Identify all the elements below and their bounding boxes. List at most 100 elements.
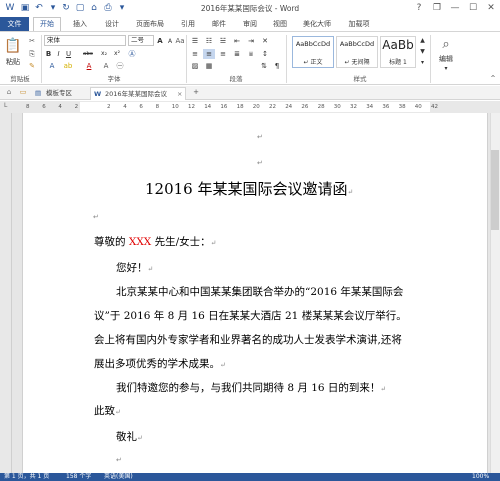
- styles-more-icon[interactable]: ▾: [418, 58, 427, 68]
- body-line[interactable]: 会上将有国内外专家学者和业界著名的成功人士发表学术演讲,还将: [94, 332, 402, 347]
- tab-references[interactable]: 引用: [174, 17, 202, 31]
- home-icon[interactable]: ⌂: [3, 87, 15, 97]
- tab-view[interactable]: 视图: [266, 17, 294, 31]
- paste-button-label[interactable]: 粘贴: [2, 57, 24, 67]
- grow-font-icon[interactable]: A: [155, 36, 165, 46]
- ruler-tick-label: 24: [285, 104, 293, 110]
- open-icon[interactable]: ⌂: [88, 2, 100, 14]
- closing-line[interactable]: 此致↵: [94, 403, 121, 418]
- increase-indent-icon[interactable]: ⇥: [245, 36, 257, 46]
- ribbon-display-button[interactable]: ❐: [428, 0, 446, 17]
- editing-button[interactable]: 编辑: [433, 54, 459, 64]
- redo-icon[interactable]: ↻: [60, 2, 72, 14]
- underline-button[interactable]: U: [64, 49, 73, 59]
- clear-format-icon[interactable]: Ⓐ: [126, 49, 138, 59]
- format-painter-icon[interactable]: ✎: [26, 61, 38, 71]
- horizontal-ruler[interactable]: L 8 6 4 2 2 4 6 8 10 12 14 16 18 20 22 24 26 28 30 32 34 36 38…: [0, 101, 500, 113]
- align-left-icon[interactable]: ≡: [189, 49, 201, 59]
- style-normal[interactable]: AaBbCcDd ↵ 正文: [292, 36, 334, 68]
- status-bar: 第 1 页，共 1 页 158 个字 英语(美国) 100%: [0, 473, 500, 481]
- bullets-icon[interactable]: ☰: [189, 36, 201, 46]
- paste-icon[interactable]: 📋: [3, 35, 23, 57]
- tab-layout[interactable]: 页面布局: [130, 17, 170, 31]
- chinese-layout-icon[interactable]: ✕: [259, 36, 271, 46]
- folder-icon[interactable]: ▭: [17, 87, 29, 97]
- tab-template-zone[interactable]: ▤ 模板专区: [32, 87, 86, 100]
- subscript-button[interactable]: x₂: [98, 49, 110, 59]
- tab-label: 2016年某某国际会议: [105, 90, 168, 98]
- closing-line[interactable]: 敬礼↵: [116, 429, 143, 444]
- print-preview-icon[interactable]: ⎙: [102, 2, 114, 14]
- shading-icon[interactable]: ▨: [189, 61, 201, 71]
- find-icon[interactable]: ⌕: [436, 38, 456, 52]
- new-tab-icon[interactable]: +: [190, 87, 202, 97]
- tab-home[interactable]: 开始: [33, 17, 61, 31]
- styles-scroll-down-icon[interactable]: ▼: [418, 47, 427, 57]
- styles-scroll-up-icon[interactable]: ▲: [418, 36, 427, 46]
- salutation[interactable]: 尊敬的 XXX 先生/女士：↵: [94, 234, 217, 249]
- close-tab-icon[interactable]: ×: [177, 88, 182, 100]
- vertical-ruler[interactable]: [0, 113, 12, 473]
- language[interactable]: 英语(美国): [104, 473, 133, 481]
- decrease-indent-icon[interactable]: ⇤: [231, 36, 243, 46]
- borders-icon[interactable]: ▦: [203, 61, 215, 71]
- zoom-level[interactable]: 100%: [472, 473, 489, 481]
- tab-insert[interactable]: 插入: [66, 17, 94, 31]
- tab-addins[interactable]: 加载项: [340, 17, 378, 31]
- tab-mailings[interactable]: 邮件: [205, 17, 233, 31]
- line-spacing-icon[interactable]: ↕: [259, 49, 271, 59]
- font-name-select[interactable]: 宋体: [44, 35, 126, 46]
- undo-dropdown-icon[interactable]: ▾: [47, 2, 59, 14]
- justify-icon[interactable]: ≣: [231, 49, 243, 59]
- new-document-icon[interactable]: ▢: [74, 2, 86, 14]
- change-case-icon[interactable]: Aa: [175, 36, 185, 46]
- text-effects-icon[interactable]: A: [46, 61, 58, 71]
- sort-icon[interactable]: ⇅: [258, 61, 270, 71]
- strikethrough-button[interactable]: abc: [80, 49, 96, 59]
- superscript-button[interactable]: x²: [111, 49, 123, 59]
- document-page[interactable]: ↵ ↵ 12016 年某某国际会议邀请函↵ ↵ 尊敬的 XXX 先生/女士：↵ …: [22, 113, 488, 473]
- font-size-select[interactable]: 二号: [128, 35, 154, 46]
- undo-icon[interactable]: ↶: [33, 2, 45, 14]
- editing-dropdown-icon[interactable]: ▾: [433, 64, 459, 74]
- body-line[interactable]: 北京某某中心和中国某某集团联合举办的“2016 年某某国际会: [116, 284, 403, 299]
- highlight-icon[interactable]: ab: [62, 61, 74, 71]
- tab-selector-icon[interactable]: L: [4, 102, 7, 109]
- body-line[interactable]: 议”于 2016 年 8 月 16 日在某某大酒店 21 楼某某某会议厅举行。: [94, 308, 407, 323]
- align-right-icon[interactable]: ≡: [217, 49, 229, 59]
- enclose-character-icon[interactable]: ㊀: [114, 61, 126, 71]
- style-heading-1[interactable]: AaBb 标题 1: [380, 36, 416, 68]
- italic-button[interactable]: I: [54, 49, 63, 59]
- page-count[interactable]: 第 1 页，共 1 页: [4, 473, 49, 481]
- close-button[interactable]: ✕: [482, 0, 500, 17]
- collapse-ribbon-icon[interactable]: ^: [488, 74, 498, 84]
- bold-button[interactable]: B: [44, 49, 53, 59]
- font-color-button[interactable]: A: [84, 61, 94, 71]
- tab-file[interactable]: 文件: [0, 17, 29, 31]
- scrollbar-thumb[interactable]: [491, 150, 499, 230]
- minimize-button[interactable]: —: [446, 0, 464, 17]
- greeting[interactable]: 您好！↵: [116, 260, 153, 275]
- multilevel-list-icon[interactable]: ☱: [217, 36, 229, 46]
- maximize-button[interactable]: ☐: [464, 0, 482, 17]
- tab-review[interactable]: 审阅: [236, 17, 264, 31]
- tab-beautify[interactable]: 美化大师: [297, 17, 337, 31]
- tab-design[interactable]: 设计: [98, 17, 126, 31]
- document-title[interactable]: 12016 年某某国际会议邀请函↵: [145, 178, 353, 199]
- body-line[interactable]: 展出多项优秀的学术成果。↵: [94, 356, 226, 371]
- distributed-icon[interactable]: ⩸: [245, 49, 257, 59]
- cut-icon[interactable]: ✂: [26, 36, 38, 46]
- align-center-icon[interactable]: ≡: [203, 49, 215, 59]
- numbering-icon[interactable]: ☷: [203, 36, 215, 46]
- tab-current-document[interactable]: W 2016年某某国际会议 ×: [90, 87, 186, 100]
- style-no-spacing[interactable]: AaBbCcDd ↵ 无间隔: [336, 36, 378, 68]
- shrink-font-icon[interactable]: A: [165, 37, 175, 47]
- customize-toolbar-icon[interactable]: ▾: [116, 2, 128, 14]
- save-icon[interactable]: ▣: [19, 2, 31, 14]
- show-marks-icon[interactable]: ¶: [271, 61, 283, 71]
- body-line[interactable]: 我们特邀您的参与，与我们共同期待 8 月 16 日的到来！↵: [116, 380, 386, 395]
- copy-icon[interactable]: ⎘: [26, 49, 38, 59]
- help-button[interactable]: ?: [410, 0, 428, 17]
- word-count[interactable]: 158 个字: [66, 473, 91, 481]
- character-shading-icon[interactable]: A: [100, 61, 112, 71]
